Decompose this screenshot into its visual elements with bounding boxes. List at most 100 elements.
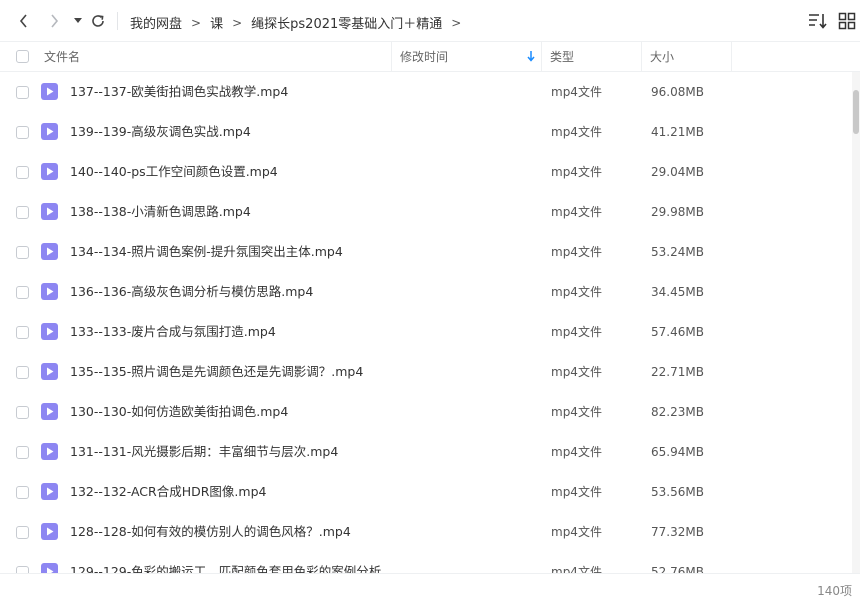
table-row[interactable]: 135--135-照片调色是先调颜色还是先调影调？.mp4 mp4文件 22.71M… bbox=[0, 352, 852, 392]
chevron-left-icon bbox=[19, 14, 27, 28]
breadcrumb-separator: > bbox=[191, 15, 202, 30]
row-checkbox[interactable] bbox=[16, 166, 29, 179]
toolbar: 我的网盘 > 课 > 绳探长ps2021零基础入门＋精通 > bbox=[0, 0, 860, 42]
status-bar: 140项 bbox=[0, 573, 860, 603]
file-size: 41.21MB bbox=[651, 125, 704, 139]
scrollbar-thumb[interactable] bbox=[853, 90, 859, 134]
file-name[interactable]: 132--132-ACR合成HDR图像.mp4 bbox=[70, 472, 266, 512]
file-name[interactable]: 137--137-欧美街拍调色实战教学.mp4 bbox=[70, 72, 288, 112]
sort-button[interactable] bbox=[808, 12, 828, 30]
toolbar-divider bbox=[117, 12, 118, 30]
video-file-icon bbox=[41, 323, 58, 340]
table-row[interactable]: 137--137-欧美街拍调色实战教学.mp4 mp4文件 96.08MB bbox=[0, 72, 852, 112]
file-type: mp4文件 bbox=[551, 365, 602, 379]
table-row[interactable]: 136--136-高级灰色调分析与模仿思路.mp4 mp4文件 34.45MB bbox=[0, 272, 852, 312]
file-type: mp4文件 bbox=[551, 445, 602, 459]
row-checkbox[interactable] bbox=[16, 286, 29, 299]
file-type: mp4文件 bbox=[551, 405, 602, 419]
file-type: mp4文件 bbox=[551, 205, 602, 219]
breadcrumb: 我的网盘 > 课 > 绳探长ps2021零基础入门＋精通 > bbox=[130, 13, 470, 33]
file-name[interactable]: 135--135-照片调色是先调颜色还是先调影调？.mp4 bbox=[70, 352, 363, 392]
grid-view-icon bbox=[838, 12, 856, 30]
video-file-icon bbox=[41, 203, 58, 220]
grid-view-button[interactable] bbox=[838, 12, 856, 30]
row-checkbox[interactable] bbox=[16, 406, 29, 419]
video-file-icon bbox=[41, 523, 58, 540]
video-file-icon bbox=[41, 123, 58, 140]
row-checkbox[interactable] bbox=[16, 566, 29, 573]
file-name[interactable]: 131--131-风光摄影后期：丰富细节与层次.mp4 bbox=[70, 432, 338, 472]
file-type: mp4文件 bbox=[551, 85, 602, 99]
row-checkbox[interactable] bbox=[16, 486, 29, 499]
refresh-button[interactable] bbox=[88, 11, 108, 31]
item-count: 140项 bbox=[817, 584, 852, 598]
table-row[interactable]: 128--128-如何有效的模仿别人的调色风格？.mp4 mp4文件 77.32MB bbox=[0, 512, 852, 552]
file-name[interactable]: 140--140-ps工作空间颜色设置.mp4 bbox=[70, 152, 278, 192]
column-header-modified[interactable]: 修改时间 bbox=[392, 42, 542, 72]
table-row[interactable]: 140--140-ps工作空间颜色设置.mp4 mp4文件 29.04MB bbox=[0, 152, 852, 192]
table-row[interactable]: 131--131-风光摄影后期：丰富细节与层次.mp4 mp4文件 65.94MB bbox=[0, 432, 852, 472]
file-size: 57.46MB bbox=[651, 325, 704, 339]
file-type: mp4文件 bbox=[551, 485, 602, 499]
video-file-icon bbox=[41, 483, 58, 500]
column-header-name[interactable]: 文件名 bbox=[36, 42, 392, 72]
row-checkbox[interactable] bbox=[16, 366, 29, 379]
file-size: 82.23MB bbox=[651, 405, 704, 419]
column-header-type[interactable]: 类型 bbox=[542, 42, 642, 72]
row-checkbox[interactable] bbox=[16, 246, 29, 259]
file-type: mp4文件 bbox=[551, 165, 602, 179]
video-file-icon bbox=[41, 283, 58, 300]
breadcrumb-item-folder[interactable]: 绳探长ps2021零基础入门＋精通 bbox=[251, 13, 442, 32]
row-checkbox[interactable] bbox=[16, 326, 29, 339]
row-checkbox[interactable] bbox=[16, 126, 29, 139]
chevron-right-icon bbox=[51, 14, 59, 28]
file-name[interactable]: 136--136-高级灰色调分析与模仿思路.mp4 bbox=[70, 272, 313, 312]
file-size: 34.45MB bbox=[651, 285, 704, 299]
table-row[interactable]: 130--130-如何仿造欧美街拍调色.mp4 mp4文件 82.23MB bbox=[0, 392, 852, 432]
row-checkbox[interactable] bbox=[16, 206, 29, 219]
video-file-icon bbox=[41, 363, 58, 380]
row-checkbox[interactable] bbox=[16, 446, 29, 459]
video-file-icon bbox=[41, 163, 58, 180]
file-name[interactable]: 133--133-废片合成与氛围打造.mp4 bbox=[70, 312, 276, 352]
file-name[interactable]: 138--138-小清新色调思路.mp4 bbox=[70, 192, 251, 232]
table-row[interactable]: 138--138-小清新色调思路.mp4 mp4文件 29.98MB bbox=[0, 192, 852, 232]
file-size: 96.08MB bbox=[651, 85, 704, 99]
table-row[interactable]: 132--132-ACR合成HDR图像.mp4 mp4文件 53.56MB bbox=[0, 472, 852, 512]
breadcrumb-separator: > bbox=[232, 15, 243, 30]
video-file-icon bbox=[41, 83, 58, 100]
file-name[interactable]: 129--129-色彩的搬运工，匹配颜色套用色彩的案例分析 bbox=[70, 552, 381, 573]
file-size: 52.76MB bbox=[651, 565, 704, 573]
table-row[interactable]: 134--134-照片调色案例-提升氛围突出主体.mp4 mp4文件 53.24MB bbox=[0, 232, 852, 272]
table-row[interactable]: 133--133-废片合成与氛围打造.mp4 mp4文件 57.46MB bbox=[0, 312, 852, 352]
file-name[interactable]: 139--139-高级灰调色实战.mp4 bbox=[70, 112, 251, 152]
video-file-icon bbox=[41, 403, 58, 420]
column-header-modified-label: 修改时间 bbox=[400, 50, 449, 64]
file-size: 29.04MB bbox=[651, 165, 704, 179]
video-file-icon bbox=[41, 443, 58, 460]
history-dropdown[interactable] bbox=[68, 11, 88, 31]
file-type: mp4文件 bbox=[551, 125, 602, 139]
file-size: 77.32MB bbox=[651, 525, 704, 539]
breadcrumb-item-root[interactable]: 我的网盘 bbox=[130, 13, 182, 32]
video-file-icon bbox=[41, 563, 58, 573]
table-header: 文件名 修改时间 类型 大小 bbox=[0, 42, 860, 72]
back-button[interactable] bbox=[14, 11, 34, 31]
row-checkbox[interactable] bbox=[16, 86, 29, 99]
file-type: mp4文件 bbox=[551, 525, 602, 539]
breadcrumb-item-course[interactable]: 课 bbox=[210, 13, 223, 32]
column-header-size[interactable]: 大小 bbox=[642, 42, 732, 72]
select-all-checkbox[interactable] bbox=[16, 50, 29, 63]
row-checkbox[interactable] bbox=[16, 526, 29, 539]
table-row[interactable]: 129--129-色彩的搬运工，匹配颜色套用色彩的案例分析 mp4文件 52.76M… bbox=[0, 552, 852, 573]
file-name[interactable]: 128--128-如何有效的模仿别人的调色风格？.mp4 bbox=[70, 512, 351, 552]
caret-down-icon bbox=[74, 18, 82, 23]
file-type: mp4文件 bbox=[551, 285, 602, 299]
file-type: mp4文件 bbox=[551, 325, 602, 339]
table-row[interactable]: 139--139-高级灰调色实战.mp4 mp4文件 41.21MB bbox=[0, 112, 852, 152]
file-name[interactable]: 134--134-照片调色案例-提升氛围突出主体.mp4 bbox=[70, 232, 343, 272]
file-size: 53.24MB bbox=[651, 245, 704, 259]
file-name[interactable]: 130--130-如何仿造欧美街拍调色.mp4 bbox=[70, 392, 288, 432]
forward-button[interactable] bbox=[44, 11, 64, 31]
scrollbar[interactable] bbox=[852, 72, 860, 573]
